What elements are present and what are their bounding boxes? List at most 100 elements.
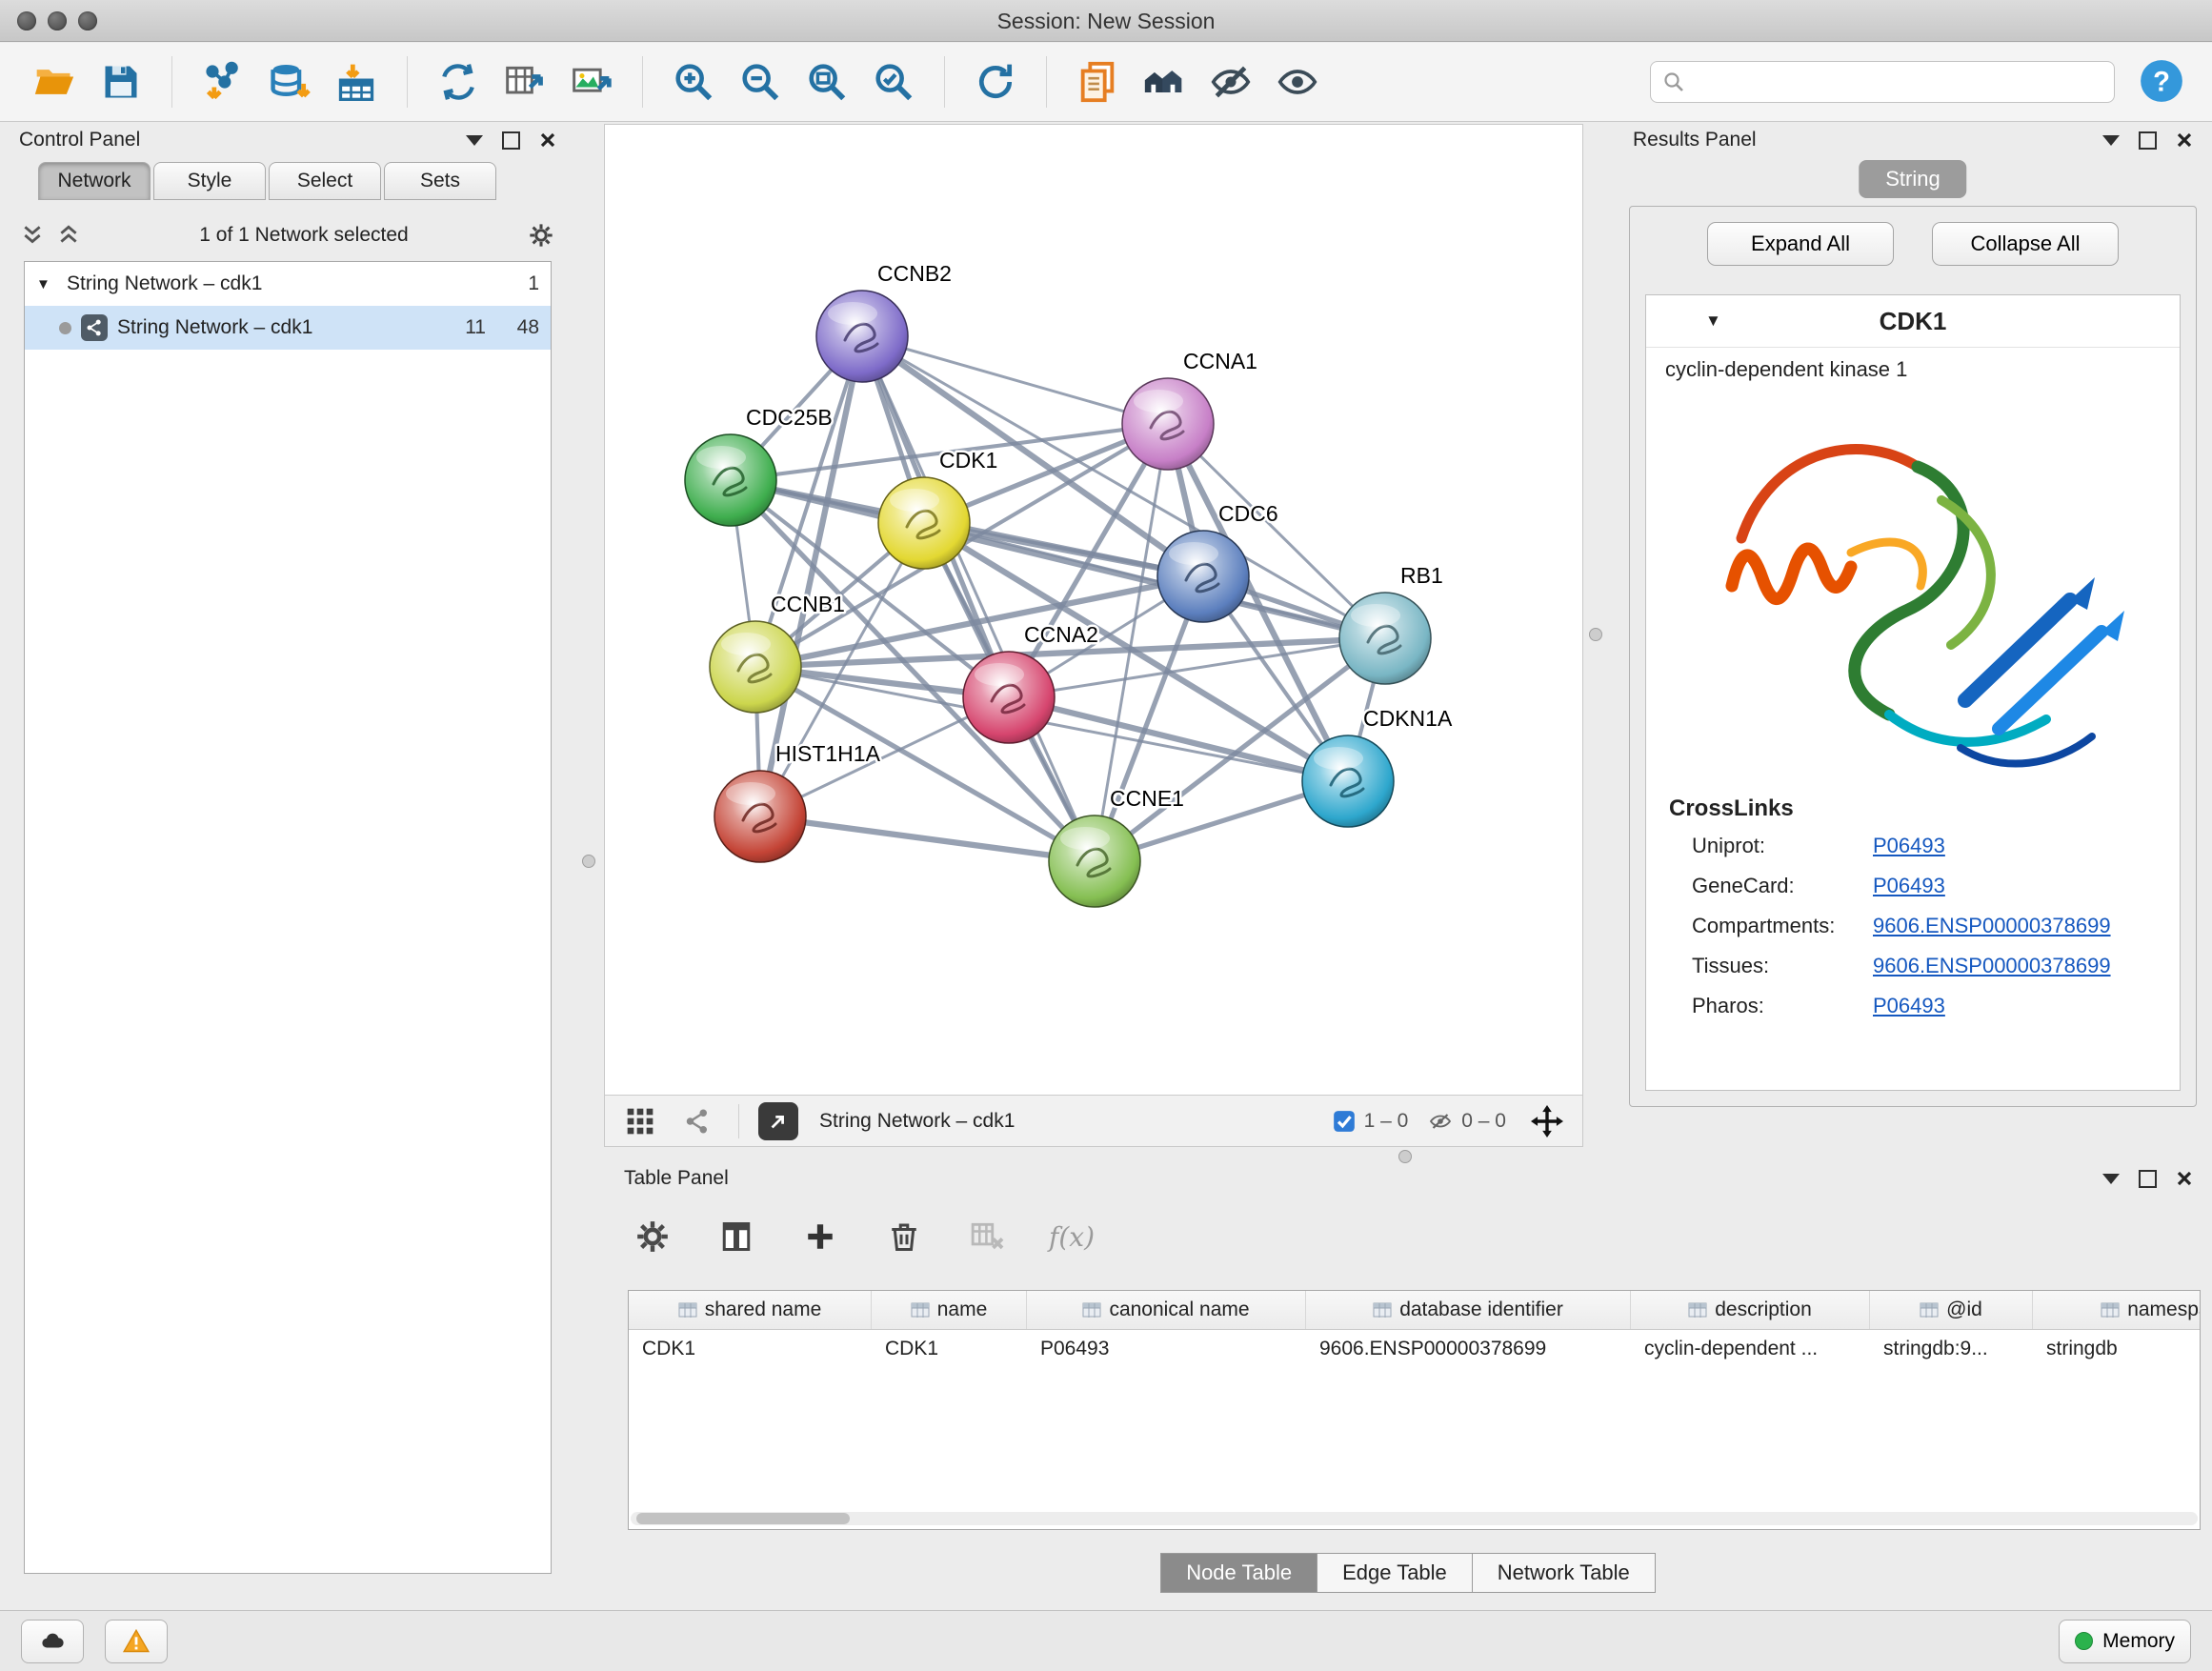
memory-button[interactable]: Memory xyxy=(2059,1620,2191,1663)
hide-selected-button[interactable] xyxy=(1201,52,1260,111)
crosslink-link[interactable]: P06493 xyxy=(1873,994,1945,1018)
panel-collapse-icon[interactable] xyxy=(466,135,483,146)
tab-select[interactable]: Select xyxy=(269,162,381,200)
column-header--id[interactable]: @id xyxy=(1870,1291,2033,1329)
tree-expand-icon[interactable]: ▼ xyxy=(36,276,57,292)
network-edge[interactable] xyxy=(760,816,1095,861)
checkbox-icon[interactable] xyxy=(1332,1109,1357,1134)
network-node-ccnb2[interactable]: CCNB2 xyxy=(816,261,952,382)
tab-string[interactable]: String xyxy=(1859,160,1966,198)
tab-edge-table[interactable]: Edge Table xyxy=(1317,1553,1473,1593)
show-columns-button[interactable] xyxy=(714,1214,759,1259)
table-row[interactable]: CDK1CDK1P064939606.ENSP00000378699cyclin… xyxy=(629,1330,2200,1368)
zoom-in-button[interactable] xyxy=(664,52,723,111)
column-header-namespace[interactable]: namespace xyxy=(2033,1291,2201,1329)
table-horizontal-scrollbar[interactable] xyxy=(631,1512,2198,1525)
string-results-box: Expand All Collapse All ▼ CDK1 cyclin-de… xyxy=(1629,206,2197,1107)
crosslink-link[interactable]: P06493 xyxy=(1873,834,1945,858)
fit-content-button[interactable] xyxy=(1525,1100,1569,1142)
tab-network-table[interactable]: Network Table xyxy=(1472,1553,1656,1593)
panel-close-icon[interactable] xyxy=(539,131,556,149)
import-table-button[interactable] xyxy=(327,52,386,111)
open-session-button[interactable] xyxy=(25,52,84,111)
chevrons-down-icon[interactable] xyxy=(21,224,44,247)
panel-float-icon[interactable] xyxy=(2139,1170,2157,1188)
column-header-shared-name[interactable]: shared name xyxy=(629,1291,872,1329)
network-node-hist1h1a[interactable]: HIST1H1A xyxy=(714,741,881,862)
network-tree: ▼ String Network – cdk1 1 String Network… xyxy=(24,261,552,1574)
column-header-name[interactable]: name xyxy=(872,1291,1027,1329)
search-input[interactable] xyxy=(1695,70,2102,94)
save-session-button[interactable] xyxy=(91,52,151,111)
column-header-database-identifier[interactable]: database identifier xyxy=(1306,1291,1631,1329)
panel-close-icon[interactable] xyxy=(2176,131,2193,149)
chevrons-up-icon[interactable] xyxy=(57,224,80,247)
zoom-selected-button[interactable] xyxy=(864,52,923,111)
delete-column-button[interactable] xyxy=(881,1214,927,1259)
cloud-status-button[interactable] xyxy=(21,1620,84,1663)
zoom-out-button[interactable] xyxy=(731,52,790,111)
protein-collapse-icon[interactable]: ▼ xyxy=(1699,311,1727,332)
zoom-fit-button[interactable] xyxy=(797,52,856,111)
network-node-cdkn1a[interactable]: CDKN1A xyxy=(1302,706,1453,827)
table-settings-button[interactable] xyxy=(630,1214,675,1259)
table-cell[interactable]: stringdb:9... xyxy=(1870,1330,2033,1368)
network-node-cdk1[interactable]: CDK1 xyxy=(878,448,997,569)
panel-close-icon[interactable] xyxy=(2176,1170,2193,1187)
warnings-button[interactable] xyxy=(105,1620,168,1663)
refresh-layout-button[interactable] xyxy=(966,52,1025,111)
column-header-description[interactable]: description xyxy=(1631,1291,1870,1329)
network-collection-row[interactable]: ▼ String Network – cdk1 1 xyxy=(25,262,551,306)
copy-document-button[interactable] xyxy=(1068,52,1127,111)
collapse-all-button[interactable]: Collapse All xyxy=(1932,222,2119,266)
help-button[interactable]: ? xyxy=(2136,56,2187,108)
node-label: CCNB1 xyxy=(771,592,845,616)
tab-network[interactable]: Network xyxy=(38,162,151,200)
open-in-window-button[interactable] xyxy=(758,1102,798,1140)
network-node-rb1[interactable]: RB1 xyxy=(1339,563,1443,684)
network-row[interactable]: String Network – cdk1 11 48 xyxy=(25,306,551,350)
show-all-button[interactable] xyxy=(1268,52,1327,111)
expand-all-button[interactable]: Expand All xyxy=(1707,222,1894,266)
export-table-button[interactable] xyxy=(495,52,554,111)
vertical-splitter-handle[interactable] xyxy=(1589,628,1602,641)
network-node-ccna1[interactable]: CCNA1 xyxy=(1122,349,1257,470)
tab-node-table[interactable]: Node Table xyxy=(1160,1553,1317,1593)
crosslink-link[interactable]: 9606.ENSP00000378699 xyxy=(1873,914,2111,938)
table-cell[interactable]: CDK1 xyxy=(872,1330,1027,1368)
table-cell[interactable]: P06493 xyxy=(1027,1330,1306,1368)
network-overview-button[interactable] xyxy=(675,1100,719,1142)
clone-network-button[interactable] xyxy=(429,52,488,111)
vertical-splitter-handle[interactable] xyxy=(582,855,595,868)
table-cell[interactable]: stringdb xyxy=(2033,1330,2201,1368)
create-column-button[interactable] xyxy=(797,1214,843,1259)
gear-icon[interactable] xyxy=(528,222,554,249)
panel-float-icon[interactable] xyxy=(502,131,520,150)
crosslink-link[interactable]: P06493 xyxy=(1873,874,1945,898)
panel-collapse-icon[interactable] xyxy=(2102,1174,2120,1184)
import-network-file-button[interactable] xyxy=(193,52,252,111)
tab-style[interactable]: Style xyxy=(153,162,266,200)
table-cell[interactable]: 9606.ENSP00000378699 xyxy=(1306,1330,1631,1368)
import-network-database-button[interactable] xyxy=(260,52,319,111)
tab-sets[interactable]: Sets xyxy=(384,162,496,200)
panel-float-icon[interactable] xyxy=(2139,131,2157,150)
function-builder-button[interactable]: f(x) xyxy=(1049,1214,1095,1259)
eye-slash-small-icon[interactable] xyxy=(1427,1110,1454,1133)
home-networks-button[interactable] xyxy=(1135,52,1194,111)
table-cell[interactable]: CDK1 xyxy=(629,1330,872,1368)
scrollbar-thumb[interactable] xyxy=(636,1513,850,1524)
network-edge[interactable] xyxy=(862,336,1168,424)
column-header-canonical-name[interactable]: canonical name xyxy=(1027,1291,1306,1329)
cloud-icon xyxy=(37,1629,68,1654)
network-canvas[interactable]: CCNB2CCNA1CDC25BCDK1CDC6RB1CCNB1CCNA2CDK… xyxy=(605,125,1582,1095)
panel-collapse-icon[interactable] xyxy=(2102,135,2120,146)
window-titlebar[interactable]: Session: New Session xyxy=(0,0,2212,42)
horizontal-splitter-handle[interactable] xyxy=(1398,1150,1412,1163)
export-image-button[interactable] xyxy=(562,52,621,111)
crosslink-link[interactable]: 9606.ENSP00000378699 xyxy=(1873,954,2111,978)
delete-table-button-disabled[interactable] xyxy=(965,1214,1011,1259)
network-node-cdc25b[interactable]: CDC25B xyxy=(685,405,833,526)
table-cell[interactable]: cyclin-dependent ... xyxy=(1631,1330,1870,1368)
birds-eye-view-button[interactable] xyxy=(618,1100,662,1142)
